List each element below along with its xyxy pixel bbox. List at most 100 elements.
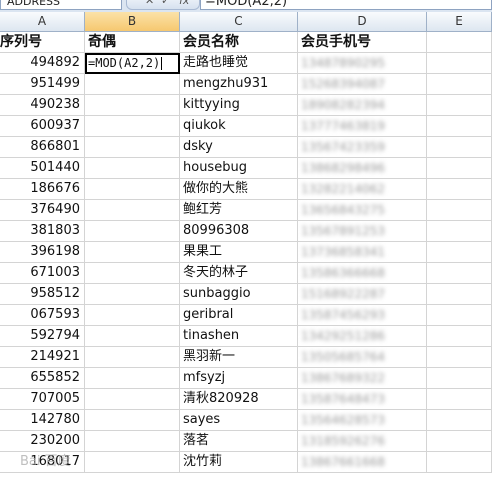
cell-b5[interactable] bbox=[85, 116, 180, 137]
cell-d18[interactable]: 13587648473 bbox=[298, 389, 427, 410]
cell-d19[interactable]: 13564628573 bbox=[298, 410, 427, 431]
cell-c8[interactable]: 做你的大熊 bbox=[180, 179, 298, 200]
cell-d9[interactable]: 13656843275 bbox=[298, 200, 427, 221]
column-header-a[interactable]: A bbox=[0, 12, 85, 32]
cell-e8[interactable] bbox=[427, 179, 492, 200]
cell-e5[interactable] bbox=[427, 116, 492, 137]
cell-a17[interactable]: 655852 bbox=[0, 368, 85, 389]
cell-c20[interactable]: 落茗 bbox=[180, 431, 298, 452]
cell-d13[interactable]: 15168922287 bbox=[298, 284, 427, 305]
cell-c4[interactable]: kittyying bbox=[180, 95, 298, 116]
cell-a6[interactable]: 866801 bbox=[0, 137, 85, 158]
cell-d4[interactable]: 18908282394 bbox=[298, 95, 427, 116]
cell-d17[interactable]: 13867689322 bbox=[298, 368, 427, 389]
formula-input[interactable]: =MOD(A2,2) bbox=[200, 0, 492, 10]
cell-e1[interactable] bbox=[427, 32, 492, 53]
cell-a11[interactable]: 396198 bbox=[0, 242, 85, 263]
cell-e6[interactable] bbox=[427, 137, 492, 158]
cell-c5[interactable]: qiukok bbox=[180, 116, 298, 137]
cell-b1[interactable]: 奇偶 bbox=[85, 32, 180, 53]
name-box[interactable]: ADDRESS bbox=[0, 0, 122, 10]
cell-a15[interactable]: 592794 bbox=[0, 326, 85, 347]
cell-c16[interactable]: 黑羽新一 bbox=[180, 347, 298, 368]
cell-e7[interactable] bbox=[427, 158, 492, 179]
cell-b11[interactable] bbox=[85, 242, 180, 263]
cell-c2[interactable]: 走路也睡觉 bbox=[180, 53, 298, 74]
cell-c6[interactable]: dsky bbox=[180, 137, 298, 158]
cell-d8[interactable]: 13282214062 bbox=[298, 179, 427, 200]
cell-c3[interactable]: mengzhu931 bbox=[180, 74, 298, 95]
cell-d16[interactable]: 13505685764 bbox=[298, 347, 427, 368]
cell-a1[interactable]: 序列号 bbox=[0, 32, 85, 53]
cell-b20[interactable] bbox=[85, 431, 180, 452]
cell-b3[interactable] bbox=[85, 74, 180, 95]
cell-b7[interactable] bbox=[85, 158, 180, 179]
cell-b18[interactable] bbox=[85, 389, 180, 410]
cell-e17[interactable] bbox=[427, 368, 492, 389]
cell-c15[interactable]: tinashen bbox=[180, 326, 298, 347]
cell-d20[interactable]: 13185926276 bbox=[298, 431, 427, 452]
cell-b10[interactable] bbox=[85, 221, 180, 242]
cell-c13[interactable]: sunbaggio bbox=[180, 284, 298, 305]
cell-b16[interactable] bbox=[85, 347, 180, 368]
cell-b21[interactable] bbox=[85, 452, 180, 473]
cell-a3[interactable]: 951499 bbox=[0, 74, 85, 95]
cell-b19[interactable] bbox=[85, 410, 180, 431]
enter-icon[interactable]: ✓ bbox=[161, 0, 170, 7]
cell-d2[interactable]: 13487890295 bbox=[298, 53, 427, 74]
cell-a14[interactable]: 067593 bbox=[0, 305, 85, 326]
cell-d1[interactable]: 会员手机号 bbox=[298, 32, 427, 53]
cell-b14[interactable] bbox=[85, 305, 180, 326]
active-cell-b2[interactable]: =MOD(A2,2) bbox=[85, 53, 180, 74]
cell-e10[interactable] bbox=[427, 221, 492, 242]
cell-a8[interactable]: 186676 bbox=[0, 179, 85, 200]
cell-b13[interactable] bbox=[85, 284, 180, 305]
cell-e9[interactable] bbox=[427, 200, 492, 221]
cell-e19[interactable] bbox=[427, 410, 492, 431]
cell-a4[interactable]: 490238 bbox=[0, 95, 85, 116]
cell-c10[interactable]: 80996308 bbox=[180, 221, 298, 242]
cell-e12[interactable] bbox=[427, 263, 492, 284]
cell-a20[interactable]: 230200 bbox=[0, 431, 85, 452]
column-header-d[interactable]: D bbox=[298, 12, 427, 32]
cell-c7[interactable]: housebug bbox=[180, 158, 298, 179]
cancel-icon[interactable]: ✕ bbox=[145, 0, 154, 7]
cell-d12[interactable]: 13586366668 bbox=[298, 263, 427, 284]
cell-c1[interactable]: 会员名称 bbox=[180, 32, 298, 53]
cell-c14[interactable]: geribral bbox=[180, 305, 298, 326]
column-header-c[interactable]: C bbox=[180, 12, 298, 32]
cell-b15[interactable] bbox=[85, 326, 180, 347]
cell-e14[interactable] bbox=[427, 305, 492, 326]
cell-e18[interactable] bbox=[427, 389, 492, 410]
cell-a2[interactable]: 494892 bbox=[0, 53, 85, 74]
cell-c11[interactable]: 果果工 bbox=[180, 242, 298, 263]
cell-b8[interactable] bbox=[85, 179, 180, 200]
cell-c12[interactable]: 冬天的林子 bbox=[180, 263, 298, 284]
cell-a18[interactable]: 707005 bbox=[0, 389, 85, 410]
cell-d11[interactable]: 13736858341 bbox=[298, 242, 427, 263]
insert-function-icon[interactable]: fx bbox=[179, 0, 189, 7]
cell-b4[interactable] bbox=[85, 95, 180, 116]
cell-a9[interactable]: 376490 bbox=[0, 200, 85, 221]
cell-d14[interactable]: 13587456293 bbox=[298, 305, 427, 326]
cell-e21[interactable] bbox=[427, 452, 492, 473]
cell-e15[interactable] bbox=[427, 326, 492, 347]
cell-d3[interactable]: 15268394087 bbox=[298, 74, 427, 95]
cell-a12[interactable]: 671003 bbox=[0, 263, 85, 284]
cell-d21[interactable]: 13867661668 bbox=[298, 452, 427, 473]
cell-e13[interactable] bbox=[427, 284, 492, 305]
cell-a7[interactable]: 501440 bbox=[0, 158, 85, 179]
cell-c19[interactable]: sayes bbox=[180, 410, 298, 431]
cell-a19[interactable]: 142780 bbox=[0, 410, 85, 431]
cell-e11[interactable] bbox=[427, 242, 492, 263]
cell-a10[interactable]: 381803 bbox=[0, 221, 85, 242]
cell-c21[interactable]: 沈竹莉 bbox=[180, 452, 298, 473]
cell-e16[interactable] bbox=[427, 347, 492, 368]
cell-d15[interactable]: 13429251286 bbox=[298, 326, 427, 347]
cell-a16[interactable]: 214921 bbox=[0, 347, 85, 368]
cell-c17[interactable]: mfsyzj bbox=[180, 368, 298, 389]
cell-b17[interactable] bbox=[85, 368, 180, 389]
cell-a13[interactable]: 958512 bbox=[0, 284, 85, 305]
cell-d6[interactable]: 13567423359 bbox=[298, 137, 427, 158]
cell-c18[interactable]: 清秋820928 bbox=[180, 389, 298, 410]
